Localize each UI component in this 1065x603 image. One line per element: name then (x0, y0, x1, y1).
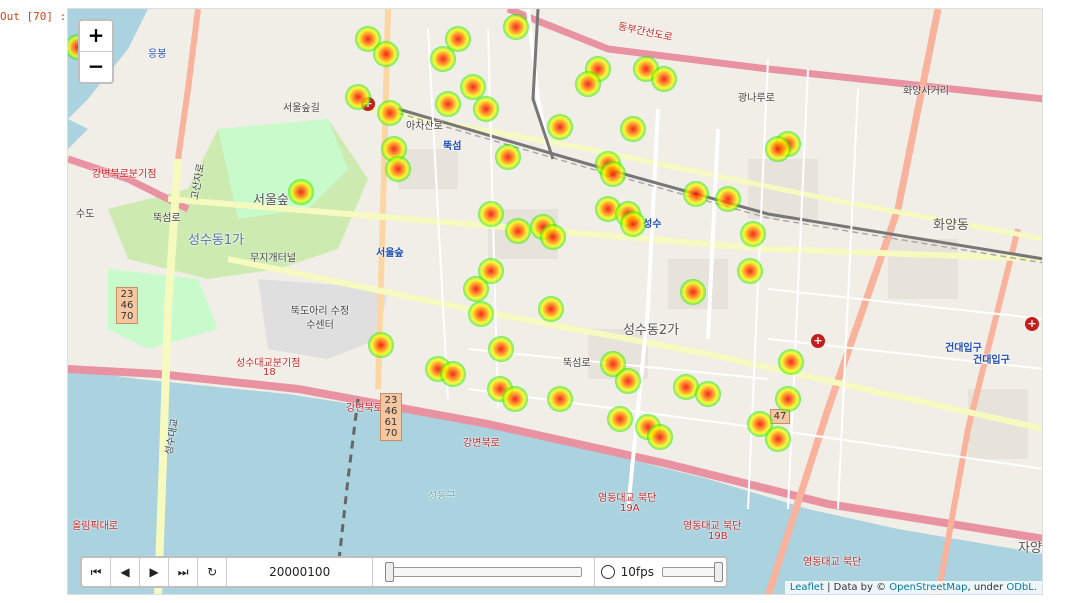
skip-forward-icon: ⏭ (177, 564, 189, 579)
label-yeongdong-north-2: 영동대교 북단 (683, 521, 742, 532)
label-jayang: 자양 (1018, 541, 1042, 556)
fps-control: 10fps (595, 558, 726, 586)
zoom-control: + − (78, 19, 114, 84)
label-18: 18 (263, 367, 276, 378)
attribution-under: , under (967, 582, 1007, 593)
route-shield: 23 46 70 (116, 287, 138, 324)
hospital-icon: + (1025, 317, 1039, 331)
zoom-in-button[interactable]: + (80, 21, 112, 51)
cell-output-label: Out [70] : (0, 10, 67, 23)
fps-slider-track (661, 567, 720, 577)
label-ttukdo: 뚝도아리 수정수센터 (290, 306, 350, 331)
step-back-icon: ◀ (120, 565, 130, 579)
label-19a: 19A (620, 503, 640, 514)
timeline-control: ⏮ ◀ ▶ ⏭ ↻ 20000100 10fps (80, 556, 728, 588)
attribution: Leaflet | Data by © OpenStreetMap, under… (784, 581, 1042, 594)
time-slider-thumb[interactable] (385, 562, 395, 582)
label-sudo: 수도 (76, 209, 95, 220)
fps-label: 10fps (620, 565, 654, 579)
hospital-icon: + (361, 97, 375, 111)
time-slider[interactable] (373, 558, 595, 586)
label-achasan-rd: 아차산로 (406, 121, 443, 132)
label-yeongdong-north-3: 영동대교 북단 (803, 557, 862, 568)
leaflet-link[interactable]: Leaflet (790, 582, 824, 593)
label-hwayang: 화양동 (933, 218, 969, 233)
label-ttukseom-rd-2: 뚝섬로 (563, 358, 591, 369)
label-konkuk-station-2: 건대입구 (973, 355, 1010, 366)
first-frame-button[interactable]: ⏮ (82, 558, 112, 586)
label-ttukseom-rd: 뚝섬로 (153, 213, 181, 224)
label-seoulsup-gil: 서울숲길 (283, 103, 320, 114)
label-seongsu2ga: 성수동2가 (623, 323, 680, 338)
osm-link[interactable]: OpenStreetMap (889, 582, 967, 593)
fps-slider[interactable] (661, 558, 723, 586)
play-icon: ▶ (149, 565, 159, 579)
label-seongdong-gu: 성동구 (428, 491, 456, 502)
route-shield: 23 46 61 70 (380, 393, 402, 441)
time-slider-track (385, 567, 582, 577)
map-container[interactable]: 서울숲 성수동1가 성수동2가 화양동 뚝섬 성수 서울숲 건대입구 건대입구 … (67, 8, 1043, 595)
clock-icon (600, 565, 615, 579)
label-hwayang-4: 화양사거리 (903, 86, 949, 97)
label-gangbyeon-rd-2: 강변북로 (463, 438, 500, 449)
odbl-link[interactable]: ODbL. (1006, 582, 1037, 593)
label-seongsu1ga: 성수동1가 (188, 233, 245, 248)
route-shield: 47 (770, 409, 790, 424)
last-frame-button[interactable]: ⏭ (169, 558, 199, 586)
prev-frame-button[interactable]: ◀ (111, 558, 141, 586)
skip-back-icon: ⏮ (90, 564, 102, 579)
label-ttukseom-station: 뚝섬 (443, 141, 462, 152)
label-olympic-rd: 올림픽대로 (72, 521, 118, 532)
label-seoul-forest-park: 서울숲 (253, 193, 289, 208)
label-gangbyeon-rd: 강변북로 (346, 403, 383, 414)
label-gangbyeon-north-jct: 강변북로분기점 (92, 169, 157, 180)
label-19b: 19B (708, 531, 728, 542)
play-button[interactable]: ▶ (140, 558, 170, 586)
loop-button[interactable]: ↻ (198, 558, 228, 586)
label-gwangnaru-rd: 광나루로 (738, 93, 775, 104)
attribution-text: | Data by © (823, 582, 890, 593)
basemap (68, 9, 1042, 594)
loop-icon: ↻ (207, 565, 218, 579)
label-muji-gate: 무지개터널 (250, 253, 296, 264)
label-yeongdong-north: 영동대교 북단 (598, 493, 657, 504)
label-eungbong: 응봉 (148, 49, 167, 60)
hospital-icon: + (811, 334, 825, 348)
label-seongsu-station: 성수 (643, 219, 662, 230)
label-seoulforest-station: 서울숲 (376, 248, 404, 259)
timestamp-display: 20000100 (227, 558, 374, 586)
fps-slider-thumb[interactable] (713, 562, 723, 582)
zoom-out-button[interactable]: − (80, 51, 112, 82)
